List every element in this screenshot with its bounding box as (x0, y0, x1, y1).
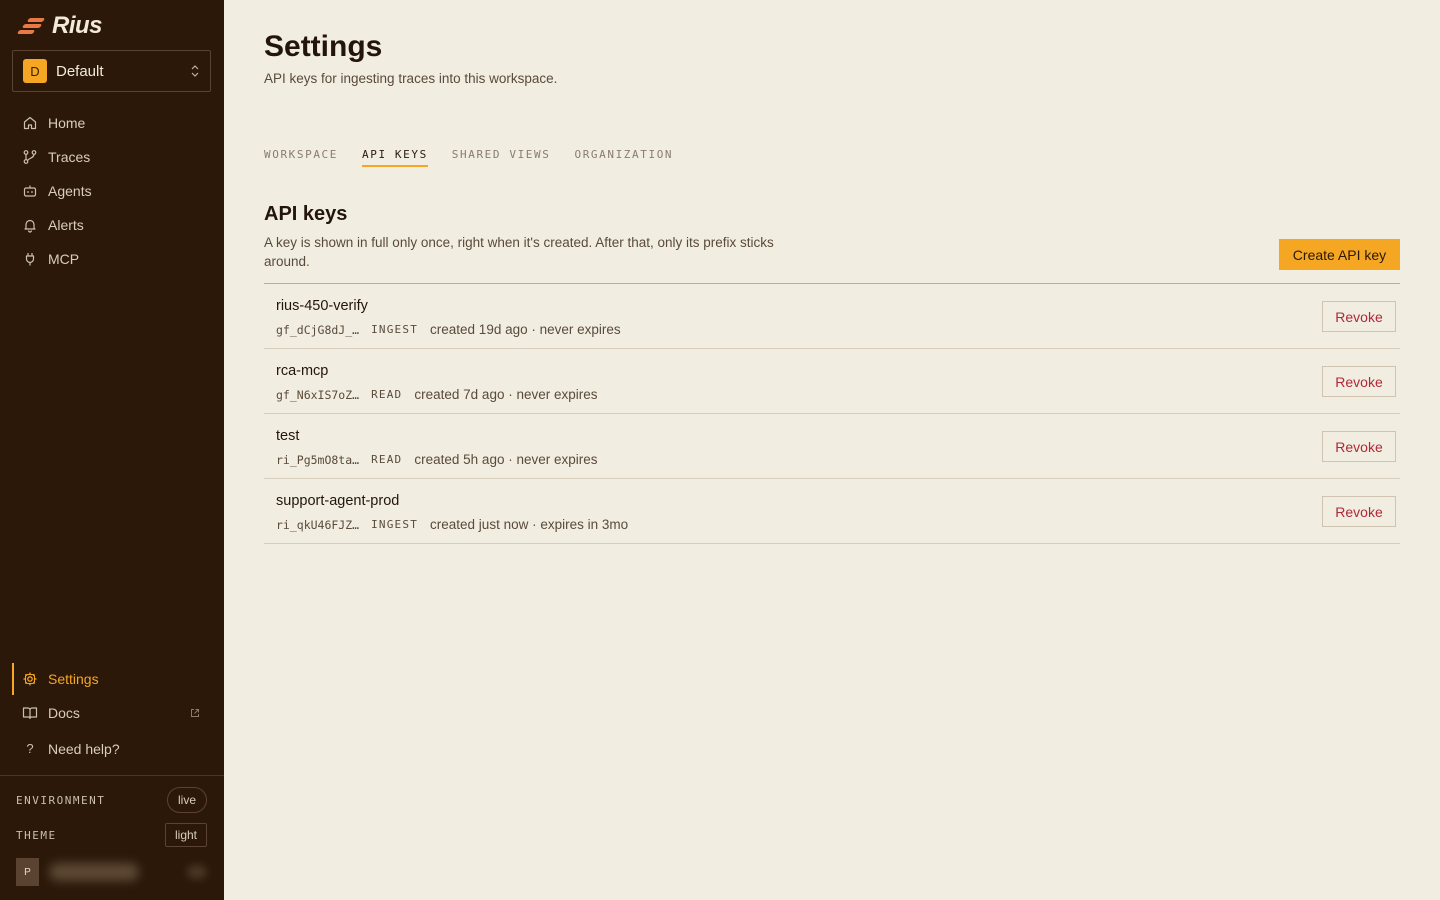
theme-toggle[interactable]: light (164, 823, 207, 847)
key-name: support-agent-prod (276, 493, 400, 509)
bell-icon (24, 219, 36, 233)
main-nav: Home Traces Agents Alerts MCP (0, 106, 224, 276)
key-meta: ri_qkU46FJZ… INGEST created just now · e… (276, 517, 628, 532)
nav-item-label: Need help? (48, 741, 120, 757)
secondary-nav: Settings Docs ? Need help? (0, 662, 224, 766)
sidebar-divider (0, 775, 224, 776)
list-item: support-agent-prod ri_qkU46FJZ… INGEST c… (264, 479, 1400, 544)
plug-icon (25, 253, 35, 266)
page-title: Settings (264, 30, 383, 63)
nav-item-home[interactable]: Home (0, 106, 224, 140)
user-menu[interactable]: P (16, 858, 207, 886)
tab-shared-views[interactable]: SHARED VIEWS (452, 148, 551, 165)
nav-item-label: Alerts (48, 217, 84, 233)
workspace-name: Default (56, 62, 104, 80)
app-name: Rius (52, 12, 103, 39)
question-icon: ? (26, 741, 34, 756)
key-name: rius-450-verify (276, 298, 368, 314)
tab-api-keys[interactable]: API KEYS (362, 148, 428, 167)
key-prefix: ri_qkU46FJZ… (276, 517, 360, 532)
tab-organization[interactable]: ORGANIZATION (574, 148, 673, 165)
nav-item-docs[interactable]: Docs (0, 696, 224, 730)
key-info: created 5h ago · never expires (414, 452, 598, 467)
theme-label: THEME (16, 828, 57, 842)
user-name-redacted (49, 863, 139, 881)
nav-item-settings[interactable]: Settings (0, 662, 224, 696)
avatar: P (16, 858, 39, 886)
nav-item-agents[interactable]: Agents (0, 174, 224, 208)
section-description: A key is shown in full only once, right … (264, 235, 774, 269)
nav-item-label: Home (48, 115, 86, 131)
user-menu-redacted (187, 865, 207, 879)
tab-workspace[interactable]: WORKSPACE (264, 148, 338, 165)
key-prefix: gf_N6xIS7oZ… (276, 387, 360, 402)
list-item: test ri_Pg5mO8ta… READ created 5h ago · … (264, 414, 1400, 479)
key-name: test (276, 428, 300, 444)
key-name: rca-mcp (276, 363, 329, 379)
chevron-updown-icon (191, 65, 199, 77)
revoke-button[interactable]: Revoke (1322, 301, 1396, 332)
api-key-list: rius-450-verify gf_dCjG8dJ_… INGEST crea… (264, 283, 1400, 544)
key-scope-badge: READ (371, 388, 403, 401)
app-logo[interactable]: Rius (16, 12, 103, 40)
key-info: created just now · expires in 3mo (430, 517, 629, 532)
nav-item-label: Traces (48, 149, 91, 165)
key-meta: gf_N6xIS7oZ… READ created 7d ago · never… (276, 387, 598, 402)
settings-tabs: WORKSPACE API KEYS SHARED VIEWS ORGANIZA… (264, 148, 673, 167)
environment-toggle[interactable]: live (166, 787, 207, 813)
key-scope-badge: READ (371, 453, 403, 466)
key-info: created 19d ago · never expires (430, 322, 621, 337)
environment-label: ENVIRONMENT (16, 793, 106, 807)
key-meta: ri_Pg5mO8ta… READ created 5h ago · never… (276, 452, 598, 467)
page-subtitle: API keys for ingesting traces into this … (264, 71, 558, 86)
nav-item-mcp[interactable]: MCP (0, 242, 224, 276)
nav-item-traces[interactable]: Traces (0, 140, 224, 174)
list-item: rca-mcp gf_N6xIS7oZ… READ created 7d ago… (264, 349, 1400, 414)
nav-item-label: Docs (48, 705, 80, 721)
key-scope-badge: INGEST (371, 323, 419, 336)
workspace-selector[interactable]: D Default (12, 50, 211, 92)
external-link-icon (191, 709, 199, 717)
nav-item-label: Agents (48, 183, 92, 199)
revoke-button[interactable]: Revoke (1322, 496, 1396, 527)
home-icon (23, 116, 37, 130)
revoke-button[interactable]: Revoke (1322, 366, 1396, 397)
workspace-avatar: D (23, 59, 47, 83)
traces-icon (23, 150, 37, 164)
list-item: rius-450-verify gf_dCjG8dJ_… INGEST crea… (264, 284, 1400, 349)
section-title: API keys (264, 203, 348, 225)
nav-item-label: Settings (48, 671, 99, 687)
agents-icon (23, 185, 37, 197)
nav-item-alerts[interactable]: Alerts (0, 208, 224, 242)
key-prefix: gf_dCjG8dJ_… (276, 322, 360, 337)
key-meta: gf_dCjG8dJ_… INGEST created 19d ago · ne… (276, 322, 621, 337)
create-api-key-button[interactable]: Create API key (1279, 239, 1400, 270)
key-info: created 7d ago · never expires (414, 387, 598, 402)
logo-icon (16, 15, 46, 37)
key-scope-badge: INGEST (371, 518, 419, 531)
gear-icon (23, 672, 37, 686)
theme-row: THEME light (16, 823, 207, 847)
sidebar: Rius D Default Home Traces Agents Alerts… (0, 0, 224, 900)
nav-item-label: MCP (48, 251, 80, 267)
key-prefix: ri_Pg5mO8ta… (276, 452, 360, 467)
environment-row: ENVIRONMENT live (16, 787, 207, 813)
nav-item-help[interactable]: ? Need help? (0, 732, 224, 766)
revoke-button[interactable]: Revoke (1322, 431, 1396, 462)
book-icon (22, 707, 38, 720)
